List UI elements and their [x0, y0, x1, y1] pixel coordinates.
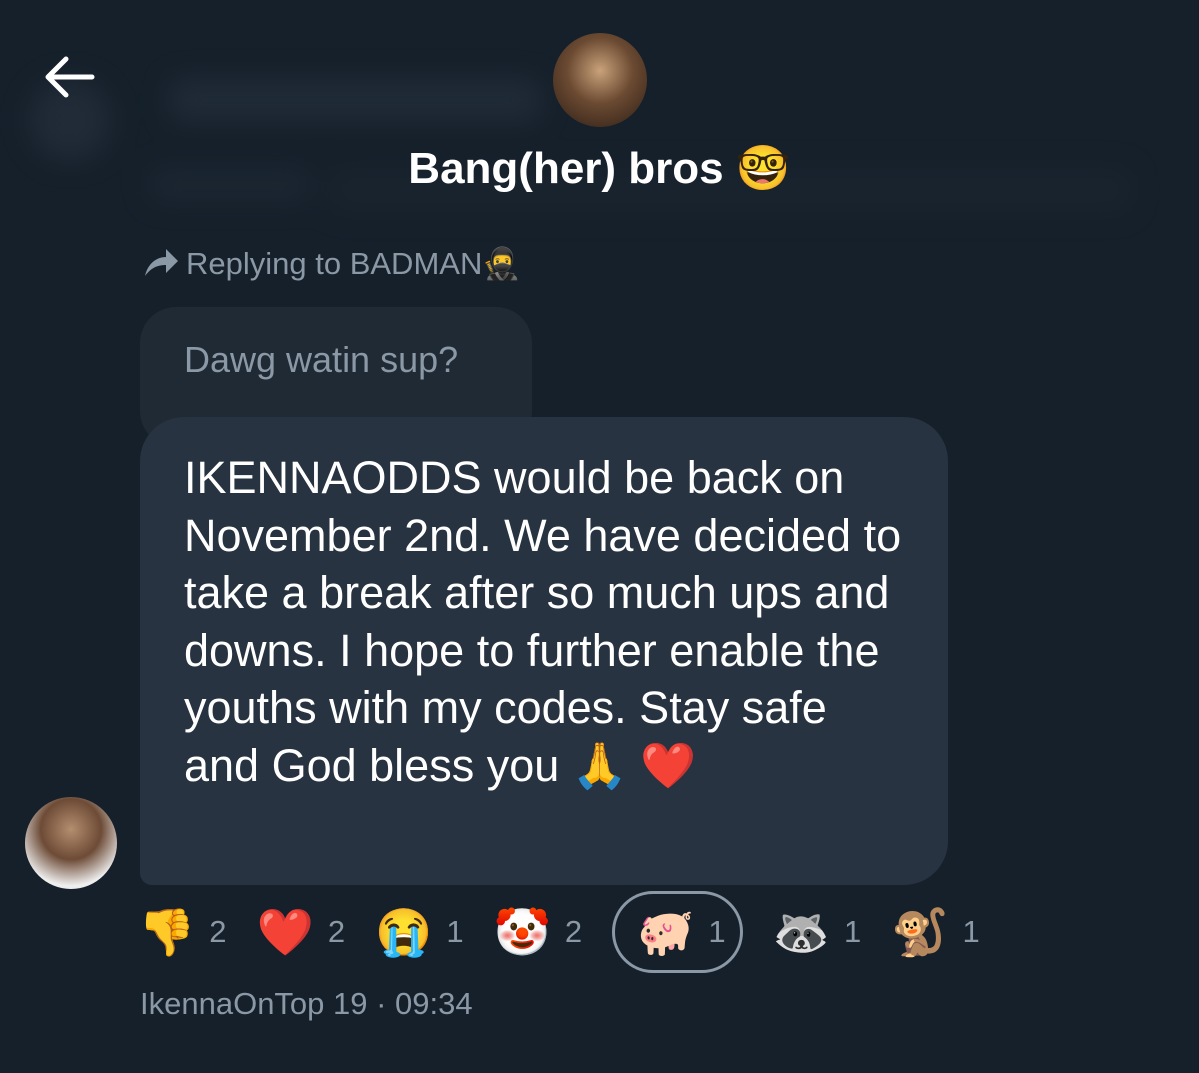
reaction-crying[interactable]: 😭 1: [375, 891, 464, 973]
message-bubble[interactable]: IKENNAODDS would be back on November 2nd…: [140, 417, 948, 885]
reaction-raccoon[interactable]: 🦝 1: [773, 891, 862, 973]
group-name: Bang(her) bros: [408, 144, 724, 193]
reaction-count: 2: [564, 914, 583, 949]
group-avatar[interactable]: [553, 33, 647, 127]
clown-face-icon: 🤡: [493, 906, 551, 958]
back-arrow-icon[interactable]: [40, 52, 96, 102]
nerd-face-icon: 🤓: [735, 144, 791, 193]
pig-icon: 🐖: [637, 906, 695, 958]
reaction-count: 2: [327, 914, 346, 949]
sender-and-time: IkennaOnTop 19 · 09:34: [140, 986, 473, 1021]
reaction-count: 1: [962, 914, 980, 949]
reactions-bar: 👎 2 ❤️ 2 😭 1 🤡 2 🐖 1 🦝 1 🐒 1: [138, 891, 1010, 973]
reaction-count: 2: [209, 914, 227, 949]
reaction-pig[interactable]: 🐖 1: [612, 891, 743, 973]
thumbs-down-icon: 👎: [138, 906, 196, 958]
quoted-message-text: Dawg watin sup?: [184, 339, 459, 380]
heart-icon: ❤️: [256, 906, 314, 958]
message-text: IKENNAODDS would be back on November 2nd…: [184, 452, 902, 791]
replying-to-row: Replying to BADMAN🥷: [142, 243, 521, 283]
monkey-icon: 🐒: [891, 906, 949, 958]
reaction-thumbs-down[interactable]: 👎 2: [138, 891, 227, 973]
replying-to-text: Replying to BADMAN🥷: [186, 245, 521, 281]
reply-arrow-icon: [145, 249, 178, 276]
sender-avatar[interactable]: [25, 797, 117, 889]
reaction-heart[interactable]: ❤️ 2: [257, 891, 346, 973]
reaction-count: 1: [708, 914, 726, 949]
reaction-count: 1: [446, 914, 464, 949]
raccoon-icon: 🦝: [772, 906, 830, 958]
reaction-clown[interactable]: 🤡 2: [494, 891, 583, 973]
reaction-count: 1: [843, 914, 862, 949]
crying-face-icon: 😭: [375, 906, 433, 958]
reaction-monkey[interactable]: 🐒 1: [891, 891, 980, 973]
group-title[interactable]: Bang(her) bros 🤓: [0, 141, 1199, 197]
message-meta: IkennaOnTop 19 · 09:34: [140, 984, 473, 1024]
